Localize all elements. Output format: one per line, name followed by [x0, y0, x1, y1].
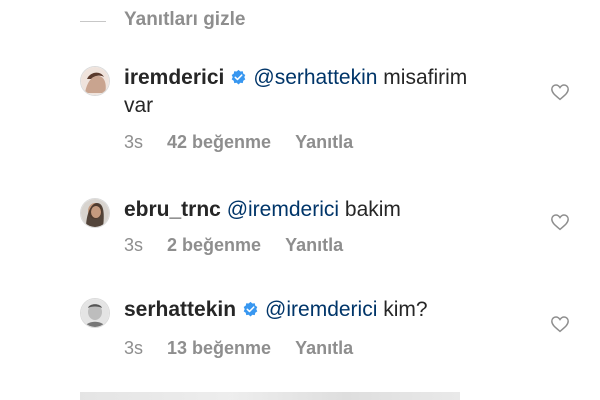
comment-username[interactable]: ebru_trnc — [124, 198, 221, 221]
mention-link[interactable]: @iremderici — [227, 198, 339, 221]
like-heart-icon[interactable] — [550, 213, 570, 231]
comment-time: 3s — [124, 132, 144, 152]
reply-button[interactable]: Yanıtla — [295, 132, 353, 152]
like-heart-icon[interactable] — [550, 315, 570, 333]
avatar[interactable] — [80, 298, 110, 328]
reply-button[interactable]: Yanıtla — [285, 235, 343, 255]
next-comment-cutoff — [80, 392, 460, 400]
like-heart-icon[interactable] — [550, 83, 570, 101]
avatar[interactable] — [80, 66, 110, 96]
comment-body-continued: var — [124, 94, 154, 117]
likes-count[interactable]: 13 beğenme — [167, 338, 271, 358]
mention-link[interactable]: @iremderici — [265, 298, 377, 321]
reply-thread-divider — [80, 21, 106, 22]
comment-meta: 3s 42 beğenme Yanıtla — [124, 132, 377, 153]
likes-count[interactable]: 2 beğenme — [167, 235, 261, 255]
verified-badge-icon — [232, 69, 246, 85]
comment-time: 3s — [124, 235, 144, 255]
hide-replies-button[interactable]: Yanıtları gizle — [124, 9, 245, 31]
mention-link[interactable]: @serhattekin — [253, 66, 377, 89]
comment-username[interactable]: serhattekin — [124, 298, 236, 321]
verified-badge-icon — [243, 301, 258, 317]
reply-button[interactable]: Yanıtla — [295, 338, 353, 358]
comment-text: iremderici @serhattekin misafirim var — [124, 64, 524, 120]
comment-text: serhattekin @iremderici kim? — [124, 296, 524, 324]
comment-meta: 3s 2 beğenme Yanıtla — [124, 235, 367, 256]
avatar[interactable] — [80, 198, 110, 228]
comment-body: kim? — [383, 298, 428, 321]
comment-body: misafirim — [383, 66, 468, 89]
comment-username[interactable]: iremderici — [124, 66, 224, 89]
comment-time: 3s — [124, 338, 144, 358]
likes-count[interactable]: 42 beğenme — [167, 132, 271, 152]
comment-body: bakim — [344, 198, 401, 221]
comment-meta: 3s 13 beğenme Yanıtla — [124, 338, 377, 359]
comment-text: ebru_trnc @iremderici bakim — [124, 196, 524, 224]
